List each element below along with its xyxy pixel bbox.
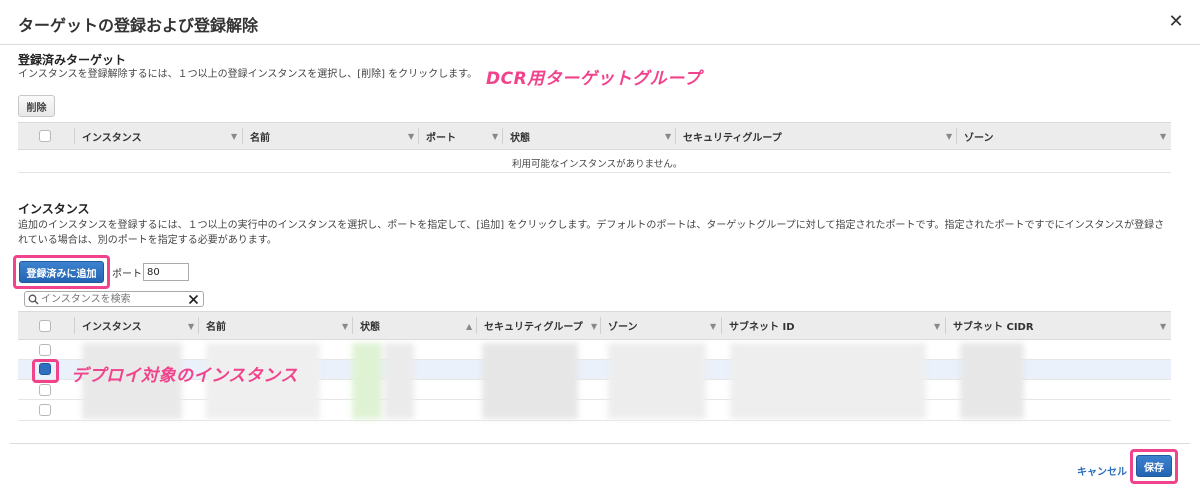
highlight-box [32, 359, 59, 383]
registered-select-all-checkbox[interactable] [39, 130, 51, 142]
sort-caret-icon[interactable]: ▼ [342, 322, 348, 331]
col-zone[interactable]: ゾーン [608, 312, 638, 339]
col-state[interactable]: 状態 [360, 312, 380, 339]
search-box[interactable] [24, 291, 204, 307]
blurred-subnet-ids [730, 343, 926, 419]
blurred-status-text [384, 343, 414, 419]
col-zone[interactable]: ゾーン [964, 123, 994, 149]
footer-divider [10, 443, 1190, 444]
instances-table-header: インスタンス ▼ 名前 ▼ 状態 ▲ セキュリティグループ ▼ ゾーン ▼ サブ… [18, 311, 1171, 340]
annotation-deploy-target: デプロイ対象のインスタンス [71, 366, 298, 386]
sort-caret-icon[interactable]: ▼ [665, 132, 671, 141]
close-icon[interactable]: ✕ [1166, 12, 1186, 32]
row-checkbox[interactable] [39, 404, 51, 416]
sort-caret-icon[interactable]: ▼ [188, 322, 194, 331]
empty-message: 利用可能なインスタンスがありません。 [512, 159, 683, 170]
sort-caret-icon[interactable]: ▼ [710, 322, 716, 331]
delete-button[interactable]: 削除 [18, 95, 55, 117]
search-input[interactable] [41, 293, 181, 305]
blurred-zones [608, 343, 706, 419]
sort-caret-icon[interactable]: ▼ [1160, 322, 1166, 331]
instances-select-all-checkbox[interactable] [39, 320, 51, 332]
modal-title: ターゲットの登録および登録解除 [18, 16, 259, 35]
col-name[interactable]: 名前 [206, 312, 226, 339]
row-checkbox[interactable] [39, 344, 51, 356]
port-label: ポート [112, 269, 142, 280]
sort-caret-icon[interactable]: ▼ [591, 322, 597, 331]
col-instance[interactable]: インスタンス [82, 123, 142, 149]
blurred-security-groups [482, 343, 578, 419]
annotation-target-group: DCR用ターゲットグループ [486, 69, 702, 89]
row-checkbox[interactable] [39, 384, 51, 396]
col-name[interactable]: 名前 [250, 123, 270, 149]
registered-table-header: インスタンス ▼ 名前 ▼ ポート ▼ 状態 ▼ セキュリティグループ ▼ ゾー… [18, 122, 1171, 150]
col-port[interactable]: ポート [426, 123, 456, 149]
col-instance[interactable]: インスタンス [82, 312, 142, 339]
instances-description-line1: 追加のインスタンスを登録するには、１つ以上の実行中のインスタンスを選択し、ポート… [18, 220, 1165, 231]
sort-caret-icon[interactable]: ▼ [492, 132, 498, 141]
port-input[interactable] [143, 263, 189, 281]
col-subnet-cidr[interactable]: サブネット CIDR [953, 312, 1034, 339]
search-icon [28, 294, 39, 305]
col-state[interactable]: 状態 [510, 123, 530, 149]
clear-icon[interactable] [188, 294, 199, 305]
highlight-box [13, 255, 110, 289]
sort-caret-icon[interactable]: ▼ [408, 132, 414, 141]
registered-targets-description: インスタンスを登録解除するには、１つ以上の登録インスタンスを選択し、[削除] を… [18, 69, 478, 80]
instances-description-line2: れている場合は、別のポートを指定する必要があります。 [18, 235, 277, 246]
col-security-group[interactable]: セキュリティグループ [484, 312, 583, 339]
instances-title: インスタンス [18, 202, 90, 216]
modal-header: ターゲットの登録および登録解除 ✕ [0, 0, 1200, 45]
sort-caret-icon[interactable]: ▼ [934, 322, 940, 331]
sort-caret-icon[interactable]: ▼ [231, 132, 237, 141]
sort-caret-up-icon[interactable]: ▲ [466, 322, 472, 331]
col-security-group[interactable]: セキュリティグループ [683, 123, 782, 149]
registered-targets-title: 登録済みターゲット [18, 53, 127, 67]
highlight-box [1130, 449, 1178, 484]
sort-caret-icon[interactable]: ▼ [946, 132, 952, 141]
sort-caret-icon[interactable]: ▼ [1160, 132, 1166, 141]
cancel-link[interactable]: キャンセル [1077, 463, 1127, 478]
divider [18, 172, 1171, 173]
blurred-subnet-cidrs [960, 343, 1024, 419]
blurred-status [352, 343, 382, 419]
col-subnet-id[interactable]: サブネット ID [729, 312, 795, 339]
